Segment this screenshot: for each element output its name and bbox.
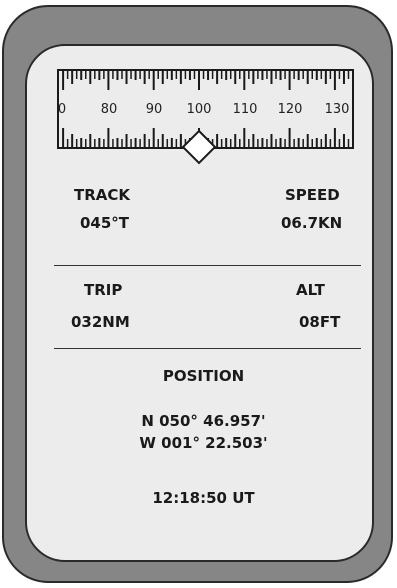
scale-tick-label: 80 xyxy=(100,102,118,117)
divider-top xyxy=(54,265,361,266)
scale-tick-label: 90 xyxy=(145,102,163,117)
alt-label: ALT xyxy=(296,281,325,299)
longitude-value: W 001° 22.503' xyxy=(139,434,268,452)
scale-tick-label: 100 xyxy=(186,102,212,117)
track-value: 045°T xyxy=(80,214,130,232)
trip-label: TRIP xyxy=(84,281,123,299)
scale-tick-label: 0 xyxy=(57,102,67,117)
speed-label: SPEED xyxy=(285,186,340,204)
latitude-value: N 050° 46.957' xyxy=(141,412,266,430)
time-value: 12:18:50 UT xyxy=(152,489,255,507)
alt-value: 08FT xyxy=(299,313,341,331)
track-label: TRACK xyxy=(74,186,131,204)
position-label: POSITION xyxy=(162,367,245,385)
scale-tick-label: 130 xyxy=(324,102,350,117)
trip-value: 032NM xyxy=(71,313,130,331)
scale-tick-label: 120 xyxy=(277,102,303,117)
scale-tick-label: 110 xyxy=(232,102,258,117)
speed-value: 06.7KN xyxy=(281,214,343,232)
divider-bottom xyxy=(54,348,361,349)
